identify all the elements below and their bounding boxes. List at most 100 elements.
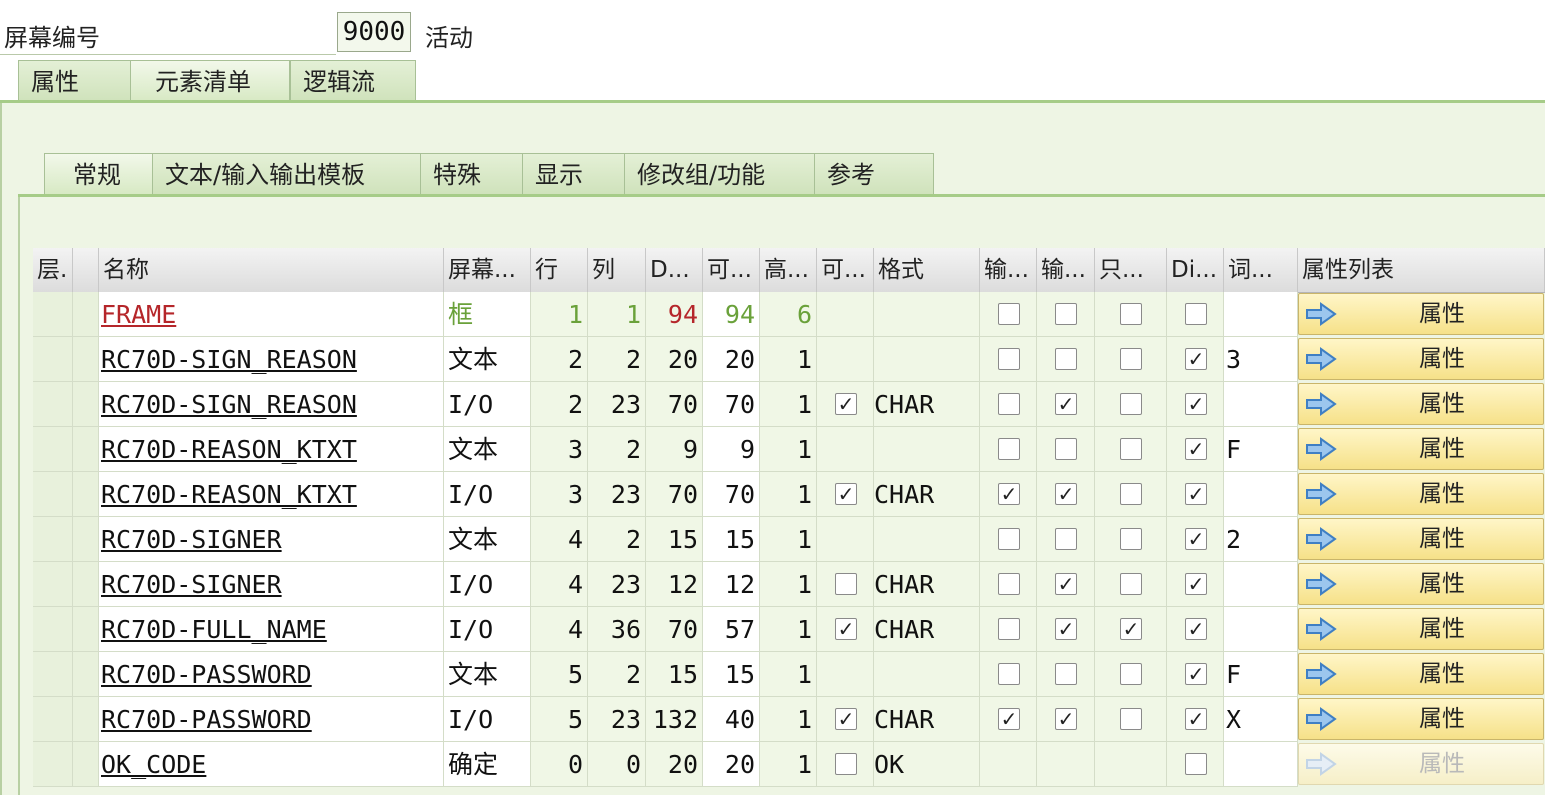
- visible-length-cell[interactable]: 57: [703, 607, 760, 652]
- line-cell[interactable]: 5: [531, 697, 588, 742]
- attributes-button[interactable]: 属性: [1298, 428, 1544, 470]
- dict-checkbox[interactable]: ✓: [1185, 573, 1207, 595]
- tab-attributes[interactable]: 属性: [18, 60, 134, 102]
- column-header[interactable]: 屏幕...: [444, 248, 531, 292]
- column-cell[interactable]: 2: [588, 337, 646, 382]
- output-checkbox[interactable]: ✓: [1055, 393, 1077, 415]
- defined-length-cell[interactable]: 94: [646, 292, 703, 337]
- output-checkbox[interactable]: ✓: [1055, 483, 1077, 505]
- table-row[interactable]: RC70D-SIGN_REASON 文本 2 2 20 20 1 ✓ 3 属性: [33, 337, 1545, 382]
- scrollable-checkbox[interactable]: ✓: [835, 618, 857, 640]
- scrollable-checkbox[interactable]: [835, 573, 857, 595]
- input-checkbox[interactable]: [998, 438, 1020, 460]
- scrollable-checkbox[interactable]: [835, 753, 857, 775]
- attributes-button[interactable]: 属性: [1298, 293, 1544, 335]
- line-cell[interactable]: 5: [531, 652, 588, 697]
- line-cell[interactable]: 0: [531, 742, 588, 787]
- visible-length-cell[interactable]: 40: [703, 697, 760, 742]
- input-checkbox[interactable]: [998, 573, 1020, 595]
- height-cell[interactable]: 1: [760, 697, 817, 742]
- element-name[interactable]: RC70D-REASON_KTXT: [99, 427, 444, 472]
- element-name[interactable]: RC70D-PASSWORD: [99, 697, 444, 742]
- dict-checkbox[interactable]: [1185, 303, 1207, 325]
- read-only-checkbox[interactable]: [1120, 393, 1142, 415]
- table-row[interactable]: RC70D-PASSWORD 文本 5 2 15 15 1 ✓ F 属性: [33, 652, 1545, 697]
- read-only-checkbox[interactable]: [1120, 348, 1142, 370]
- output-checkbox[interactable]: [1055, 303, 1077, 325]
- column-header[interactable]: D...: [646, 248, 703, 292]
- line-cell[interactable]: 2: [531, 382, 588, 427]
- tab-flow-logic[interactable]: 逻辑流: [290, 60, 416, 102]
- height-cell[interactable]: 1: [760, 337, 817, 382]
- dict-checkbox[interactable]: ✓: [1185, 393, 1207, 415]
- column-cell[interactable]: 0: [588, 742, 646, 787]
- attributes-button[interactable]: 属性: [1298, 743, 1544, 785]
- height-cell[interactable]: 1: [760, 382, 817, 427]
- line-cell[interactable]: 4: [531, 607, 588, 652]
- table-row[interactable]: RC70D-REASON_KTXT I/O 3 23 70 70 1 ✓ CHAR ✓ ✓ ✓ 属性: [33, 472, 1545, 517]
- height-cell[interactable]: 1: [760, 472, 817, 517]
- attributes-button[interactable]: 属性: [1298, 563, 1544, 605]
- column-header[interactable]: 格式: [874, 248, 980, 292]
- tab-general[interactable]: 常规: [44, 153, 168, 195]
- height-cell[interactable]: 1: [760, 517, 817, 562]
- element-name[interactable]: OK_CODE: [99, 742, 444, 787]
- input-checkbox[interactable]: [998, 348, 1020, 370]
- screen-number-field[interactable]: 9000: [337, 12, 411, 52]
- height-cell[interactable]: 1: [760, 742, 817, 787]
- column-header[interactable]: 可...: [703, 248, 760, 292]
- table-row[interactable]: RC70D-PASSWORD I/O 5 23 132 40 1 ✓ CHAR ✓ ✓ ✓ X 属性: [33, 697, 1545, 742]
- visible-length-cell[interactable]: 70: [703, 382, 760, 427]
- column-cell[interactable]: 2: [588, 517, 646, 562]
- line-cell[interactable]: 4: [531, 517, 588, 562]
- tab-references[interactable]: 参考: [814, 153, 934, 195]
- dict-checkbox[interactable]: ✓: [1185, 528, 1207, 550]
- dict-checkbox[interactable]: ✓: [1185, 663, 1207, 685]
- output-checkbox[interactable]: [1055, 348, 1077, 370]
- input-checkbox[interactable]: [998, 393, 1020, 415]
- height-cell[interactable]: 1: [760, 427, 817, 472]
- read-only-checkbox[interactable]: [1120, 528, 1142, 550]
- output-checkbox[interactable]: ✓: [1055, 573, 1077, 595]
- input-checkbox[interactable]: ✓: [998, 708, 1020, 730]
- defined-length-cell[interactable]: 12: [646, 562, 703, 607]
- element-name[interactable]: RC70D-SIGN_REASON: [99, 337, 444, 382]
- line-cell[interactable]: 3: [531, 427, 588, 472]
- read-only-checkbox[interactable]: [1120, 303, 1142, 325]
- height-cell[interactable]: 6: [760, 292, 817, 337]
- input-checkbox[interactable]: [998, 528, 1020, 550]
- attributes-button[interactable]: 属性: [1298, 338, 1544, 380]
- defined-length-cell[interactable]: 70: [646, 472, 703, 517]
- defined-length-cell[interactable]: 70: [646, 607, 703, 652]
- input-checkbox[interactable]: [998, 663, 1020, 685]
- dict-checkbox[interactable]: ✓: [1185, 483, 1207, 505]
- column-cell[interactable]: 23: [588, 562, 646, 607]
- column-header[interactable]: 输...: [980, 248, 1037, 292]
- column-cell[interactable]: 1: [588, 292, 646, 337]
- table-row[interactable]: RC70D-SIGNER I/O 4 23 12 12 1 CHAR ✓ ✓ 属性: [33, 562, 1545, 607]
- table-row[interactable]: RC70D-FULL_NAME I/O 4 36 70 57 1 ✓ CHAR ✓ ✓ ✓ 属性: [33, 607, 1545, 652]
- element-name[interactable]: RC70D-SIGN_REASON: [99, 382, 444, 427]
- line-cell[interactable]: 1: [531, 292, 588, 337]
- defined-length-cell[interactable]: 132: [646, 697, 703, 742]
- attributes-button[interactable]: 属性: [1298, 698, 1544, 740]
- column-cell[interactable]: 2: [588, 652, 646, 697]
- element-name[interactable]: FRAME: [99, 292, 444, 337]
- visible-length-cell[interactable]: 20: [703, 742, 760, 787]
- attributes-button[interactable]: 属性: [1298, 518, 1544, 560]
- read-only-checkbox[interactable]: [1120, 483, 1142, 505]
- dict-checkbox[interactable]: [1185, 753, 1207, 775]
- dict-checkbox[interactable]: ✓: [1185, 438, 1207, 460]
- output-checkbox[interactable]: [1055, 528, 1077, 550]
- input-checkbox[interactable]: [998, 303, 1020, 325]
- read-only-checkbox[interactable]: ✓: [1120, 618, 1142, 640]
- visible-length-cell[interactable]: 70: [703, 472, 760, 517]
- read-only-checkbox[interactable]: [1120, 663, 1142, 685]
- visible-length-cell[interactable]: 15: [703, 517, 760, 562]
- column-header[interactable]: 属性列表: [1298, 248, 1545, 292]
- attributes-button[interactable]: 属性: [1298, 608, 1544, 650]
- read-only-checkbox[interactable]: [1120, 573, 1142, 595]
- dict-checkbox[interactable]: ✓: [1185, 348, 1207, 370]
- column-header[interactable]: 名称: [99, 248, 444, 292]
- attributes-button[interactable]: 属性: [1298, 473, 1544, 515]
